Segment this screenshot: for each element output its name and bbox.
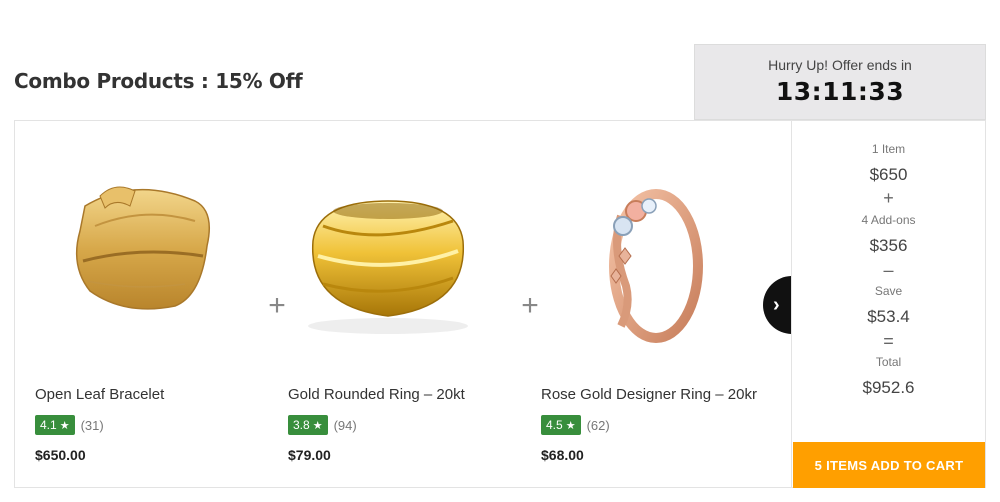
star-icon: ★ [312,419,323,432]
star-icon: ★ [59,419,70,432]
product-price: $68.00 [541,447,584,463]
save-label: Save [874,284,903,298]
product-card[interactable]: Gold Rounded Ring – 20kt 3.8 ★ (94) $79.… [268,121,508,487]
total-amount: $952.6 [862,378,915,397]
carousel-next-button[interactable]: › [763,276,791,334]
rating-row: 4.1 ★ (31) [35,415,104,435]
rating-row: 4.5 ★ (62) [541,415,610,435]
chevron-right-icon: › [773,293,780,316]
product-carousel: Open Leaf Bracelet 4.1 ★ (31) $650.00 + [15,121,791,487]
rating-badge: 4.1 ★ [35,415,75,435]
rating-badge: 4.5 ★ [541,415,581,435]
total-label: Total [875,355,902,369]
combo-heading: Combo Products : 15% Off [14,69,303,93]
rating-badge: 3.8 ★ [288,415,328,435]
equals-icon: = [883,331,894,351]
bracelet-image[interactable] [25,166,245,346]
rose-gold-ring-image[interactable] [531,166,751,346]
addons-amount: $356 [869,236,908,255]
rating-value: 4.5 [546,418,563,432]
offer-timer: Hurry Up! Offer ends in 13:11:33 [694,44,986,120]
product-card[interactable]: Open Leaf Bracelet 4.1 ★ (31) $650.00 [15,121,255,487]
rating-value: 3.8 [293,418,310,432]
items-amount: $650 [869,165,908,184]
gold-ring-image[interactable] [278,166,498,346]
review-count: (31) [80,417,104,433]
minus-icon: – [883,260,894,280]
product-card[interactable]: Rose Gold Designer Ring – 20kr 4.5 ★ (62… [521,121,761,487]
combo-panel: Open Leaf Bracelet 4.1 ★ (31) $650.00 + [14,120,986,488]
combo-summary: 1 Item $650 + 4 Add-ons $356 – Save $53.… [791,121,985,487]
rating-row: 3.8 ★ (94) [288,415,357,435]
product-price: $79.00 [288,447,331,463]
review-count: (94) [333,417,357,433]
timer-caption: Hurry Up! Offer ends in [768,57,912,73]
product-name[interactable]: Rose Gold Designer Ring – 20kr [541,386,757,403]
timer-countdown: 13:11:33 [775,77,905,106]
plus-icon: + [883,188,894,208]
items-label: 1 Item [871,142,906,156]
rating-value: 4.1 [40,418,57,432]
product-price: $650.00 [35,447,86,463]
review-count: (62) [586,417,610,433]
addons-label: 4 Add-ons [861,213,916,227]
product-name[interactable]: Open Leaf Bracelet [35,386,164,403]
product-name[interactable]: Gold Rounded Ring – 20kt [288,386,465,403]
star-icon: ★ [565,419,576,432]
save-amount: $53.4 [867,307,910,326]
add-to-cart-button[interactable]: 5 ITEMS ADD TO CART [793,442,985,488]
